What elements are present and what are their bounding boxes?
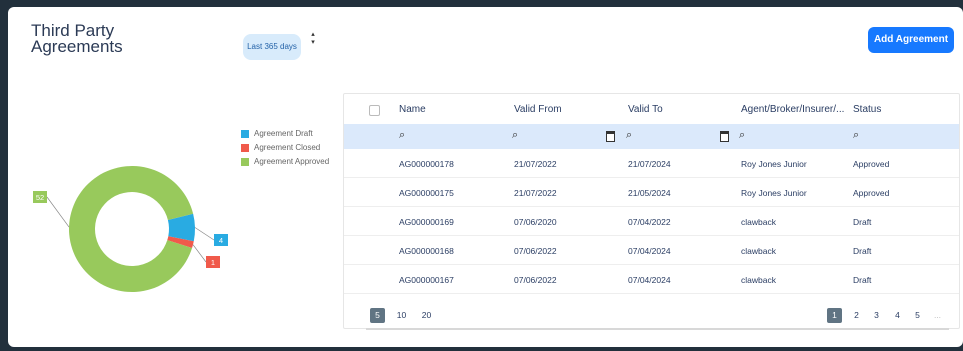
data-label: 52 [36, 193, 44, 202]
data-label: 4 [219, 236, 223, 245]
cell-status: Draft [853, 246, 872, 256]
legend-label: Agreement Closed [254, 143, 321, 152]
cell-agent: clawback [741, 246, 776, 256]
legend-item-approved[interactable]: Agreement Approved [241, 156, 329, 168]
cell-name[interactable]: AG000000168 [399, 246, 454, 256]
cell-status: Approved [853, 159, 890, 169]
search-icon[interactable]: ⌕ [399, 129, 405, 142]
search-icon[interactable]: ⌕ [626, 129, 632, 142]
legend-swatch [241, 130, 249, 138]
table-row[interactable]: AG000000168 07/06/2022 07/04/2024 clawba… [344, 236, 959, 265]
filter-row: ⌕ ⌕ ⌕ ⌕ ⌕ [344, 124, 959, 149]
legend-swatch [241, 144, 249, 152]
legend-label: Agreement Approved [254, 157, 330, 166]
cell-valid-to: 21/07/2024 [628, 159, 671, 169]
cell-valid-from: 21/07/2022 [514, 188, 557, 198]
cell-valid-from: 07/06/2022 [514, 246, 557, 256]
legend-item-closed[interactable]: Agreement Closed [241, 142, 329, 154]
search-icon[interactable]: ⌕ [853, 129, 859, 142]
legend-item-draft[interactable]: Agreement Draft [241, 128, 329, 140]
cell-agent: Roy Jones Junior [741, 188, 807, 198]
add-agreement-button[interactable]: Add Agreement [868, 27, 954, 53]
cell-status: Draft [853, 275, 872, 285]
cell-name[interactable]: AG000000178 [399, 159, 454, 169]
cell-status: Approved [853, 188, 890, 198]
table-row[interactable]: AG000000175 21/07/2022 21/05/2024 Roy Jo… [344, 178, 959, 207]
page-size-5[interactable]: 5 [370, 308, 385, 323]
cell-agent: clawback [741, 275, 776, 285]
legend-swatch [241, 158, 249, 166]
cell-agent: clawback [741, 217, 776, 227]
cell-name[interactable]: AG000000167 [399, 275, 454, 285]
cell-valid-to: 07/04/2024 [628, 246, 671, 256]
page-4[interactable]: 4 [890, 308, 905, 323]
cell-agent: Roy Jones Junior [741, 159, 807, 169]
cell-valid-from: 07/06/2020 [514, 217, 557, 227]
page-5[interactable]: 5 [910, 308, 925, 323]
cell-status: Draft [853, 217, 872, 227]
calendar-icon[interactable] [606, 131, 615, 142]
table-row[interactable]: AG000000169 07/06/2020 07/04/2022 clawba… [344, 207, 959, 236]
cell-valid-to: 21/05/2024 [628, 188, 671, 198]
column-header-name[interactable]: Name [399, 104, 426, 115]
cell-name[interactable]: AG000000175 [399, 188, 454, 198]
table-header: Name Valid From Valid To Agent/Broker/In… [344, 94, 959, 124]
agreements-table: Name Valid From Valid To Agent/Broker/In… [343, 93, 960, 330]
page-2[interactable]: 2 [849, 308, 864, 323]
chart-legend: Agreement Draft Agreement Closed Agreeme… [241, 128, 329, 170]
select-all-checkbox[interactable] [369, 105, 380, 116]
calendar-icon[interactable] [720, 131, 729, 142]
agreements-card: Third Party Agreements Last 365 days ▴ ▾ … [8, 7, 963, 347]
agreements-donut-chart: 4 1 52 [33, 166, 228, 293]
leader-line [194, 227, 215, 241]
pagination-bar: 5 10 20 1 2 3 4 5 ... [344, 304, 959, 330]
table-row[interactable]: AG000000167 07/06/2022 07/04/2024 clawba… [344, 265, 959, 294]
cell-valid-to: 07/04/2024 [628, 275, 671, 285]
page-size-20[interactable]: 20 [419, 308, 434, 323]
cell-name[interactable]: AG000000169 [399, 217, 454, 227]
column-header-status[interactable]: Status [853, 104, 881, 115]
search-icon[interactable]: ⌕ [512, 129, 518, 142]
pager-divider [366, 328, 949, 330]
cell-valid-to: 07/04/2022 [628, 217, 671, 227]
page-size-10[interactable]: 10 [394, 308, 409, 323]
leader-line [192, 244, 207, 263]
cell-valid-from: 21/07/2022 [514, 159, 557, 169]
column-header-valid-from[interactable]: Valid From [514, 104, 562, 115]
legend-label: Agreement Draft [254, 129, 313, 138]
page-1[interactable]: 1 [827, 308, 842, 323]
page-ellipsis[interactable]: ... [930, 308, 945, 323]
cell-valid-from: 07/06/2022 [514, 275, 557, 285]
leader-line [46, 196, 70, 228]
column-header-valid-to[interactable]: Valid To [628, 104, 663, 115]
table-row[interactable]: AG000000178 21/07/2022 21/07/2024 Roy Jo… [344, 149, 959, 178]
page-3[interactable]: 3 [869, 308, 884, 323]
data-label: 1 [211, 258, 215, 267]
column-header-agent[interactable]: Agent/Broker/Insurer/... [741, 104, 844, 115]
search-icon[interactable]: ⌕ [739, 129, 745, 142]
